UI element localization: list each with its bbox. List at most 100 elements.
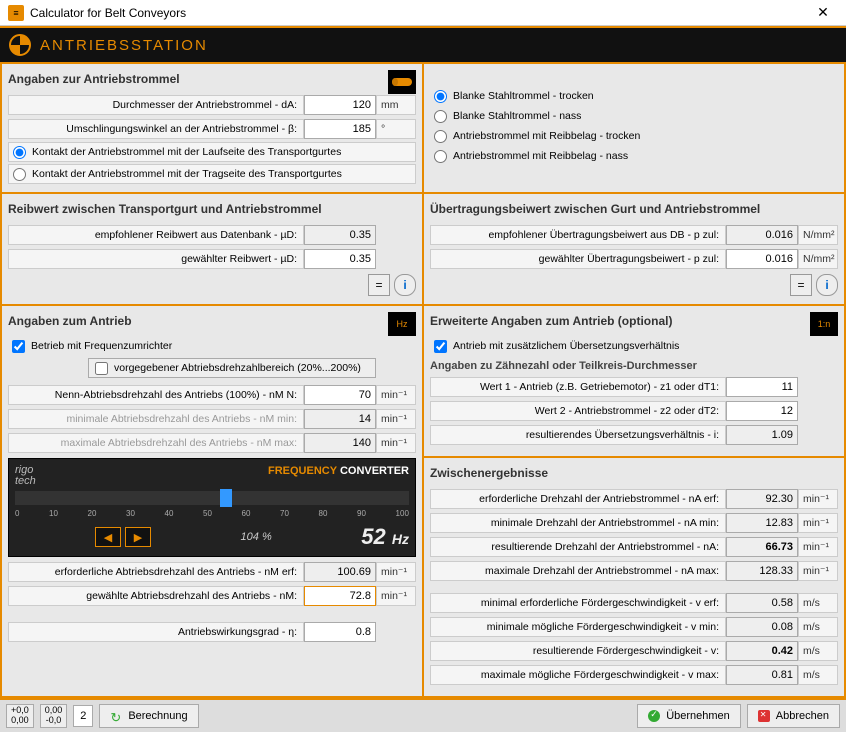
slider-thumb[interactable] [220,489,232,507]
unit: min⁻¹ [798,489,838,509]
sel-trans-input[interactable] [726,249,798,269]
z1-input[interactable] [726,377,798,397]
dec-decimal-button[interactable]: 0,00-0,0 [40,704,68,728]
unit: mm [376,95,416,115]
unit: ° [376,119,416,139]
drum-type-4-radio[interactable] [434,150,447,163]
unit: min⁻¹ [376,586,416,606]
sel-friction-label: gewählter Reibwert - µD: [8,249,304,269]
section-header: ANTRIEBSSTATION [0,26,846,62]
res-label: minimale mögliche Fördergeschwindigkeit … [430,617,726,637]
friction-info-button[interactable]: i [394,274,416,296]
section-title: ANTRIEBSSTATION [40,37,208,54]
res-label: maximale Drehzahl der Antriebstrommel - … [430,561,726,581]
freq-increase-button[interactable]: ▶ [125,527,151,547]
min-speed-value [304,409,376,429]
window-title: Calculator for Belt Conveyors [30,6,808,20]
unit: min⁻¹ [376,385,416,405]
inc-decimal-button[interactable]: +0,00,00 [6,704,34,728]
res-label: resultierende Drehzahl der Antriebstromm… [430,537,726,557]
frequency-converter: rigotech FREQUENCY CONVERTER 01020304050… [8,458,416,557]
trans-info-button[interactable]: i [816,274,838,296]
res-label: resultierende Fördergeschwindigkeit - v: [430,641,726,661]
unit: min⁻¹ [798,513,838,533]
unit: N/mm² [798,225,838,245]
nominal-speed-label: Nenn-Abtriebsdrehzahl des Antriebs (100%… [8,385,304,405]
freq-decrease-button[interactable]: ◀ [95,527,121,547]
diameter-label: Durchmesser der Antriebstrommel - dA: [8,95,304,115]
freq-hz: 52 Hz [361,524,409,550]
close-button[interactable]: ✕ [808,4,838,21]
results-panel: Zwischenergebnisse erforderliche Drehzah… [424,458,844,696]
freq-percent: 104 % [241,531,272,543]
cancel-button[interactable]: Abbrechen [747,704,840,728]
min-speed-label: minimale Abtriebsdrehzahl des Antriebs -… [8,409,304,429]
diameter-input[interactable] [304,95,376,115]
res-label: erforderliche Drehzahl der Antriebstromm… [430,489,726,509]
req-output-speed-value [304,562,376,582]
sel-trans-label: gewählter Übertragungsbeiwert - p zul: [430,249,726,269]
gear-ratio-label: Antrieb mit zusätzlichem Übersetzungsver… [453,340,679,352]
station-icon [8,33,32,57]
unit: min⁻¹ [376,409,416,429]
transmission-panel: Übertragungsbeiwert zwischen Gurt und An… [424,194,844,304]
z2-label: Wert 2 - Antriebstrommel - z2 oder dT2: [430,401,726,421]
drum-type-panel: Blanke Stahltrommel - trocken Blanke Sta… [424,64,844,192]
brand-label: rigotech [15,465,36,487]
gear-ratio-checkbox[interactable] [434,340,447,353]
unit: m/s [798,665,838,685]
contact-runside-label: Kontakt der Antriebstrommel mit der Lauf… [32,146,341,158]
panel-title: Angaben zur Antriebstrommel [8,70,416,88]
freq-converter-label: Betrieb mit Frequenzumrichter [31,340,172,352]
sel-friction-input[interactable] [304,249,376,269]
res-label: minimale Drehzahl der Antriebstrommel - … [430,513,726,533]
unit: min⁻¹ [798,537,838,557]
req-output-speed-label: erforderliche Abtriebsdrehzahl des Antri… [8,562,304,582]
ratio-value [726,425,798,445]
apply-button[interactable]: Übernehmen [637,704,741,728]
res-label: maximale mögliche Fördergeschwindigkeit … [430,665,726,685]
res-value [726,561,798,581]
refresh-icon [110,710,122,722]
title-bar: ≡ Calculator for Belt Conveyors ✕ [0,0,846,26]
sel-output-speed-input[interactable] [304,586,376,606]
ratio-icon: 1:n [810,312,838,336]
z2-input[interactable] [726,401,798,421]
panel-title: Übertragungsbeiwert zwischen Gurt und An… [430,200,838,218]
rec-friction-value [304,225,376,245]
panel-title: Zwischenergebnisse [430,464,838,482]
wrap-angle-input[interactable] [304,119,376,139]
nominal-speed-input[interactable] [304,385,376,405]
res-value [726,665,798,685]
friction-equals-button[interactable]: = [368,274,390,296]
trans-equals-button[interactable]: = [790,274,812,296]
res-label: minimal erforderliche Fördergeschwindigk… [430,593,726,613]
contact-runside-radio[interactable] [13,146,26,159]
slider-ticks: 0102030405060708090100 [15,509,409,518]
sel-output-speed-label: gewählte Abtriebsdrehzahl des Antriebs -… [8,586,304,606]
speed-range-checkbox[interactable] [95,362,108,375]
efficiency-input[interactable] [304,622,376,642]
unit: m/s [798,593,838,613]
unit: N/mm² [798,249,838,269]
panel-title: Angaben zum Antrieb [8,312,416,330]
res-value [726,537,798,557]
freq-slider[interactable] [15,491,409,505]
drum-params-panel: Angaben zur Antriebstrommel Durchmesser … [2,64,422,192]
ratio-label: resultierendes Übersetzungsverhältnis - … [430,425,726,445]
z1-label: Wert 1 - Antrieb (z.B. Getriebemotor) - … [430,377,726,397]
drum-type-3-radio[interactable] [434,130,447,143]
freq-converter-checkbox[interactable] [12,340,25,353]
drum-type-2-radio[interactable] [434,110,447,123]
efficiency-label: Antriebswirkungsgrad - η: [8,622,304,642]
res-value [726,513,798,533]
contact-carryside-radio[interactable] [13,168,26,181]
drum-type-1-label: Blanke Stahltrommel - trocken [453,90,594,102]
drum-type-2-label: Blanke Stahltrommel - nass [453,110,581,122]
unit: min⁻¹ [798,561,838,581]
footer-bar: +0,00,00 0,00-0,0 2 Berechnung Übernehme… [0,698,846,732]
panel-title: Erweiterte Angaben zum Antrieb (optional… [430,312,838,330]
drum-type-1-radio[interactable] [434,90,447,103]
friction-panel: Reibwert zwischen Transportgurt und Antr… [2,194,422,304]
calculate-button[interactable]: Berechnung [99,704,198,728]
